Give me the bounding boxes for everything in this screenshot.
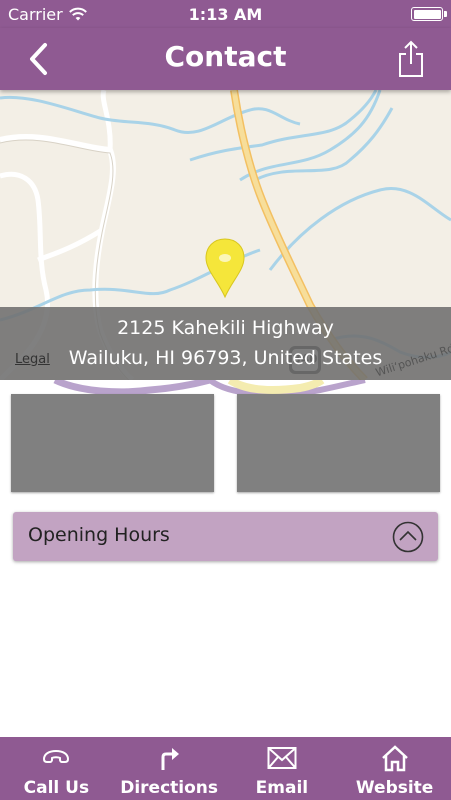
tab-email[interactable]: Email [226, 737, 339, 800]
home-icon [381, 745, 408, 772]
battery-tip [444, 11, 447, 17]
tab-website[interactable]: Website [338, 737, 451, 800]
nav-bar: Contact [0, 28, 451, 90]
battery-icon [411, 7, 447, 21]
tab-email-label: Email [255, 778, 309, 798]
location-pin-icon[interactable] [204, 237, 246, 299]
opening-hours-label: Opening Hours [28, 524, 170, 546]
opening-hours-toggle[interactable]: Opening Hours [13, 512, 438, 561]
tab-website-label: Website [355, 778, 434, 798]
page-title: Contact [164, 40, 287, 73]
battery-fill [413, 9, 441, 19]
directions-arrow-icon [161, 748, 180, 770]
share-icon[interactable] [395, 38, 427, 80]
legal-link[interactable]: Legal [15, 352, 50, 367]
phone-icon [43, 749, 70, 763]
tab-call-us-label: Call Us [23, 778, 90, 798]
tab-call-us[interactable]: Call Us [0, 737, 113, 800]
status-bar: Carrier 1:13 AM [0, 0, 451, 28]
status-time: 1:13 AM [188, 5, 263, 24]
image-placeholder-left[interactable] [11, 394, 214, 492]
chevron-up-circle-icon[interactable] [392, 521, 424, 553]
contact-screen: Carrier 1:13 AM Contact 2125 Kahekili Hi… [0, 0, 451, 800]
envelope-icon [267, 747, 297, 769]
tab-directions-label: Directions [120, 778, 219, 798]
map-view[interactable]: 340 2125 Kahekili Highway Wailuku, HI 96… [0, 90, 451, 380]
tab-bar: Call Us Directions Email Website [0, 737, 451, 800]
tab-directions[interactable]: Directions [113, 737, 226, 800]
address-line-1: 2125 Kahekili Highway [117, 317, 334, 339]
image-placeholder-right[interactable] [237, 394, 440, 492]
